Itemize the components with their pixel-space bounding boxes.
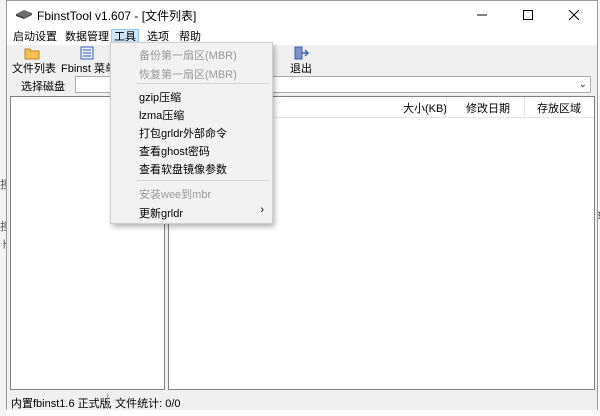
menu-separator bbox=[137, 180, 269, 181]
exit-button[interactable]: 退出 bbox=[285, 45, 317, 75]
status-file-stats: , 文件统计: 0/0 bbox=[109, 398, 181, 410]
menu-item-view-ghost-password[interactable]: 查看ghost密码 bbox=[139, 143, 210, 159]
maximize-icon bbox=[523, 10, 533, 20]
maximize-button[interactable] bbox=[505, 1, 551, 29]
status-bar: 内置fbinst1.6 正式版 , 文件统计: 0/0 bbox=[7, 393, 597, 410]
menu-item-update-grldr[interactable]: 更新grldr bbox=[139, 205, 183, 221]
exit-label: 退出 bbox=[290, 63, 312, 75]
menu-item-backup-mbr[interactable]: 备份第一扇区(MBR) bbox=[139, 47, 237, 63]
chevron-down-icon: ⌄ bbox=[578, 79, 587, 90]
disk-row: 选择磁盘 ⌄ bbox=[7, 75, 597, 95]
menu-item-pack-grldr-commands[interactable]: 打包grldr外部命令 bbox=[139, 125, 227, 141]
close-icon bbox=[569, 10, 579, 20]
exit-door-icon bbox=[293, 46, 309, 60]
fbinst-menu-label: Fbinst 菜单 bbox=[61, 63, 117, 75]
usb-drive-icon bbox=[15, 7, 33, 21]
select-disk-label: 选择磁盘 bbox=[21, 81, 65, 93]
menu-list-icon bbox=[79, 46, 95, 60]
menu-item-gzip-compress[interactable]: gzip压缩 bbox=[139, 89, 181, 105]
folder-icon bbox=[24, 46, 40, 60]
minimize-button[interactable] bbox=[459, 1, 505, 29]
file-list-button[interactable]: 文件列表 bbox=[9, 45, 57, 75]
column-modified-date[interactable]: 修改日期 bbox=[466, 100, 510, 116]
app-window: FbinstTool v1.607 - [文件列表] 启动设置 数据管理 工具 … bbox=[6, 0, 598, 410]
fbinst-menu-button[interactable]: Fbinst 菜单 bbox=[59, 45, 116, 75]
menu-bar: 启动设置 数据管理 工具 选项 帮助 bbox=[7, 29, 597, 45]
menu-item-restore-mbr[interactable]: 恢复第一扇区(MBR) bbox=[139, 66, 237, 82]
menu-data-management[interactable]: 数据管理 bbox=[63, 29, 111, 45]
status-divider bbox=[107, 394, 108, 409]
column-divider[interactable] bbox=[446, 97, 447, 117]
minimize-icon bbox=[477, 14, 487, 16]
toolbar: 文件列表 Fbinst 菜单 退出 bbox=[7, 45, 597, 75]
tools-dropdown-menu: 备份第一扇区(MBR) 恢复第一扇区(MBR) gzip压缩 lzma压缩 打包… bbox=[110, 42, 273, 224]
title-bar[interactable]: FbinstTool v1.607 - [文件列表] bbox=[7, 1, 597, 29]
column-storage-area[interactable]: 存放区域 bbox=[537, 100, 581, 116]
menu-separator bbox=[137, 83, 269, 84]
menu-boot-settings[interactable]: 启动设置 bbox=[11, 29, 59, 45]
file-list-label: 文件列表 bbox=[12, 63, 56, 75]
column-size[interactable]: 大小(KB) bbox=[403, 100, 447, 116]
menu-item-view-floppy-image-params[interactable]: 查看软盘镜像参数 bbox=[139, 161, 227, 177]
chevron-right-icon: › bbox=[260, 204, 264, 216]
window-title: FbinstTool v1.607 - [文件列表] bbox=[37, 9, 197, 23]
close-button[interactable] bbox=[551, 1, 597, 29]
menu-item-lzma-compress[interactable]: lzma压缩 bbox=[139, 107, 184, 123]
column-divider[interactable] bbox=[524, 97, 525, 117]
status-version: 内置fbinst1.6 正式版 bbox=[11, 398, 111, 410]
menu-item-install-wee-mbr[interactable]: 安装wee到mbr bbox=[139, 186, 211, 202]
